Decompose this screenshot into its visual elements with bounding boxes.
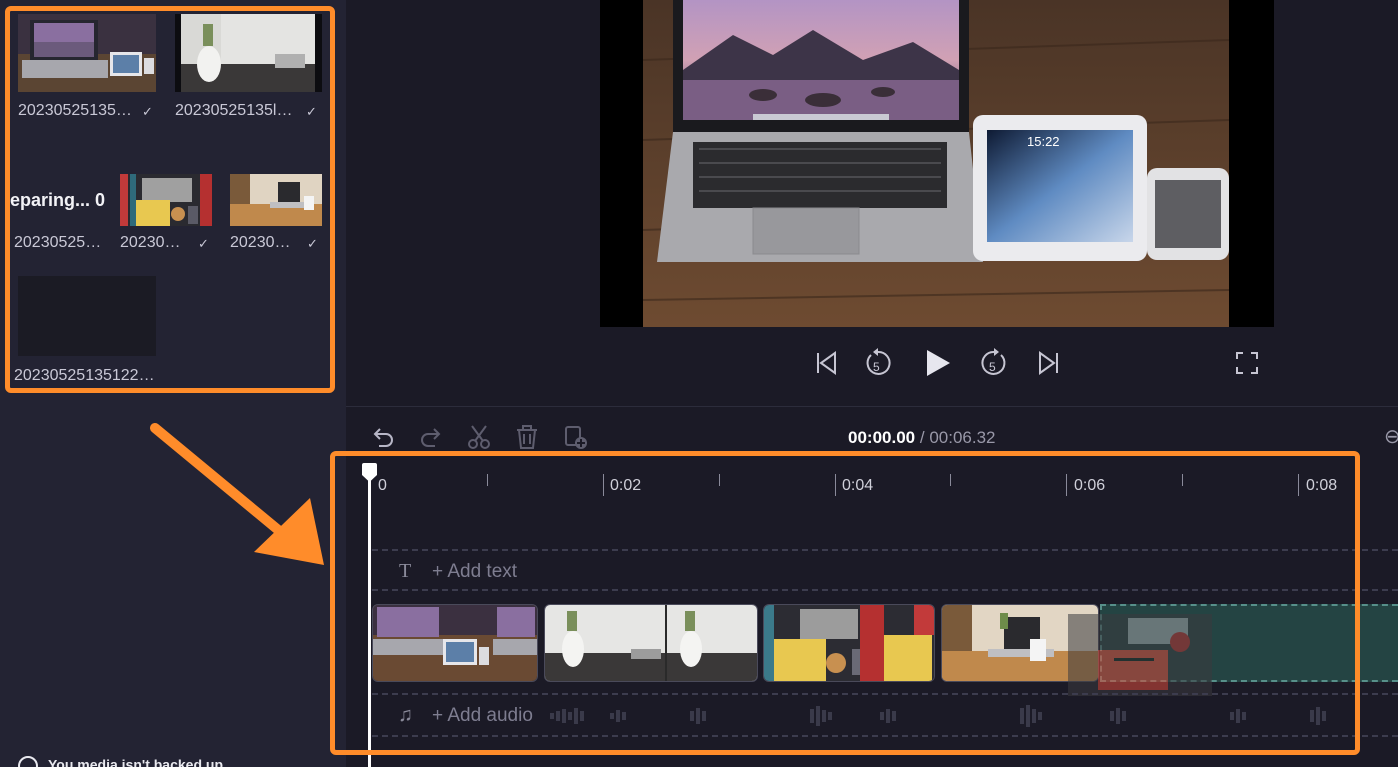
track-divider [372,549,1398,551]
ruler-tick [719,474,720,486]
undo-icon [373,428,393,447]
add-media-icon [565,426,587,449]
media-caption: 20230525135… [18,102,132,119]
media-thumbnail[interactable] [230,174,322,226]
add-text-track[interactable]: + Add text [432,561,517,583]
current-time: 00:00.00 [848,428,916,447]
ruler-label: 0:06 [1074,477,1106,494]
delete-button[interactable] [514,424,540,450]
uploaded-check-icon: ✓ [307,236,318,251]
skip-to-start-icon [817,351,836,375]
zoom-out-icon[interactable]: ⊖ [1384,424,1398,449]
playhead-line[interactable] [368,470,371,767]
audio-waveform [550,705,1326,727]
backup-warning-text: You media isn't backed up [48,756,223,767]
fullscreen-icon [1236,352,1258,374]
time-separator: / [919,428,925,447]
media-caption: 20230525135122… [14,367,155,384]
preparing-status: eparing... 0 [10,190,106,210]
ruler-tick [950,474,951,486]
track-divider [372,589,1398,591]
video-preview[interactable]: 15:22 [600,0,1274,327]
media-caption: 20230… [120,234,181,251]
media-thumbnail[interactable] [18,276,156,356]
play-icon [927,350,950,376]
info-icon [18,756,38,767]
drag-arrow-icon [150,423,324,565]
uploaded-check-icon: ✓ [306,104,317,119]
total-time: 00:06.32 [929,428,996,447]
ruler-tick [603,474,604,496]
media-thumbnail[interactable] [18,14,156,92]
rewind-label: 5 [873,360,880,374]
add-media-button[interactable] [563,424,589,450]
music-note-icon: ♫ [398,704,413,726]
ruler-tick [1066,474,1067,496]
fullscreen-button[interactable] [1232,346,1262,380]
track-divider [372,735,1398,737]
redo-button[interactable] [418,424,444,450]
redo-icon [421,428,441,447]
media-caption: 20230… [230,234,291,251]
forward-label: 5 [989,360,996,374]
ruler-tick [835,474,836,496]
playhead-handle-icon[interactable] [361,463,378,483]
track-divider [372,693,1398,695]
dragged-clip-preview [1068,614,1212,696]
timecode: 00:00.00 / 00:06.32 [848,428,996,448]
ruler-tick [1182,474,1183,486]
add-audio-track[interactable]: + Add audio [432,705,533,727]
skip-to-start-button[interactable] [811,346,841,380]
ruler-label: 0:02 [610,477,642,494]
svg-text:15:22: 15:22 [1027,134,1060,149]
forward-5-icon: 5 [981,348,1006,375]
ruler-tick [487,474,488,486]
forward-5-button[interactable]: 5 [979,346,1009,380]
rewind-5-button[interactable]: 5 [863,346,893,380]
ruler-tick [1298,474,1299,496]
ruler-label: 0 [378,477,387,494]
backup-warning[interactable]: You media isn't backed up [18,756,223,767]
split-button[interactable] [466,424,492,450]
timeline-clip[interactable] [544,604,758,682]
media-thumbnail[interactable] [120,174,212,226]
uploaded-check-icon: ✓ [198,236,209,251]
media-caption: 20230525135l… [175,102,293,119]
uploaded-check-icon: ✓ [142,104,153,119]
ruler-label: 0:08 [1306,477,1338,494]
skip-to-end-icon [1039,351,1058,375]
preview-image: 15:22 [643,0,1229,327]
timeline-clip[interactable] [372,604,538,682]
media-thumbnail[interactable] [175,14,322,92]
timeline-clip[interactable] [763,604,935,682]
cut-icon [468,425,490,449]
rewind-5-icon: 5 [866,348,891,375]
media-panel: 20230525135… ✓ 20230525135l… ✓ eparing..… [0,0,346,767]
skip-to-end-button[interactable] [1034,346,1064,380]
ruler-label: 0:04 [842,477,874,494]
delete-icon [517,425,537,449]
undo-button[interactable] [370,424,396,450]
play-button[interactable] [922,346,952,380]
text-track-icon: T [399,560,412,582]
media-caption: 20230525… [14,234,102,251]
